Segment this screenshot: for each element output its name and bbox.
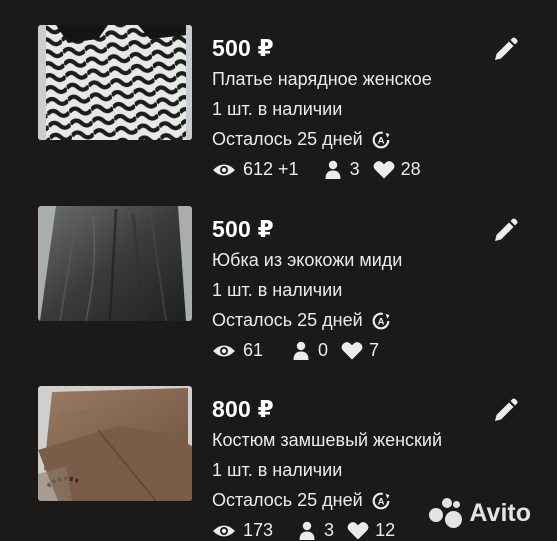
auto-renew-icon: A — [371, 491, 391, 511]
person-icon — [325, 160, 341, 179]
edit-button[interactable] — [492, 37, 518, 63]
skirt-photo[interactable] — [38, 206, 192, 321]
svg-text:A: A — [377, 316, 384, 327]
heart-icon — [347, 521, 369, 540]
contacts-stat: 0 — [293, 340, 328, 361]
heart-icon — [341, 341, 363, 360]
dress-photo[interactable] — [38, 25, 192, 140]
listing-price: 500 ₽ — [212, 35, 274, 61]
favorites-stat: 28 — [373, 159, 421, 180]
eye-icon — [212, 162, 236, 178]
pencil-icon — [492, 218, 518, 248]
contacts-count: 3 — [349, 159, 360, 179]
listing-stock: 1 шт. в наличии — [212, 99, 343, 119]
person-icon — [293, 341, 309, 360]
avito-logo-icon — [429, 498, 463, 528]
avito-wordmark: Avito — [469, 498, 531, 527]
favorites-stat: 12 — [347, 520, 395, 541]
contacts-count: 0 — [318, 340, 329, 360]
views-stat: 61 — [212, 340, 263, 361]
listing-stats: 173 3 12 — [212, 520, 395, 541]
svg-text:A: A — [377, 135, 384, 146]
auto-renew-icon: A — [371, 130, 391, 150]
remaining-text: Осталось 25 дней — [212, 490, 363, 510]
eye-icon — [212, 523, 236, 539]
listing-title[interactable]: Платье нарядное женское — [212, 69, 432, 90]
views-count: 61 — [243, 340, 264, 360]
svg-text:A: A — [377, 496, 384, 507]
favorites-count: 12 — [375, 520, 396, 540]
person-icon — [299, 521, 315, 540]
favorites-count: 28 — [400, 159, 421, 179]
listing-stock: 1 шт. в наличии — [212, 280, 343, 300]
views-stat: 173 — [212, 520, 273, 541]
eye-icon — [212, 343, 236, 359]
contacts-count: 3 — [324, 520, 335, 540]
pencil-icon — [492, 37, 518, 67]
listing-remaining: Осталось 25 дней A — [212, 129, 391, 150]
listing-item[interactable]: 500 ₽ Платье нарядное женское 1 шт. в на… — [0, 21, 557, 179]
pencil-icon — [492, 398, 518, 428]
listing-price: 500 ₽ — [212, 216, 274, 242]
contacts-stat: 3 — [325, 159, 360, 180]
contacts-stat: 3 — [299, 520, 334, 541]
edit-button[interactable] — [492, 398, 518, 424]
views-count: 612 +1 — [243, 159, 299, 179]
listing-stock: 1 шт. в наличии — [212, 460, 343, 480]
listing-item[interactable]: 500 ₽ Юбка из экокожи миди 1 шт. в налич… — [0, 202, 557, 360]
remaining-text: Осталось 25 дней — [212, 129, 363, 149]
listing-stats: 61 0 7 — [212, 340, 379, 361]
suit-photo[interactable] — [38, 386, 192, 501]
listing-remaining: Осталось 25 дней A — [212, 310, 391, 331]
listing-price: 800 ₽ — [212, 396, 274, 422]
views-count: 173 — [243, 520, 274, 540]
heart-icon — [373, 160, 395, 179]
auto-renew-icon: A — [371, 311, 391, 331]
listing-title[interactable]: Костюм замшевый женский — [212, 430, 442, 451]
listing-title[interactable]: Юбка из экокожи миди — [212, 250, 402, 271]
avito-watermark: Avito — [429, 498, 531, 528]
remaining-text: Осталось 25 дней — [212, 310, 363, 330]
favorites-count: 7 — [369, 340, 380, 360]
views-stat: 612 +1 — [212, 159, 299, 180]
listing-remaining: Осталось 25 дней A — [212, 490, 391, 511]
listing-stats: 612 +1 3 28 — [212, 159, 421, 180]
edit-button[interactable] — [492, 218, 518, 244]
favorites-stat: 7 — [341, 340, 379, 361]
